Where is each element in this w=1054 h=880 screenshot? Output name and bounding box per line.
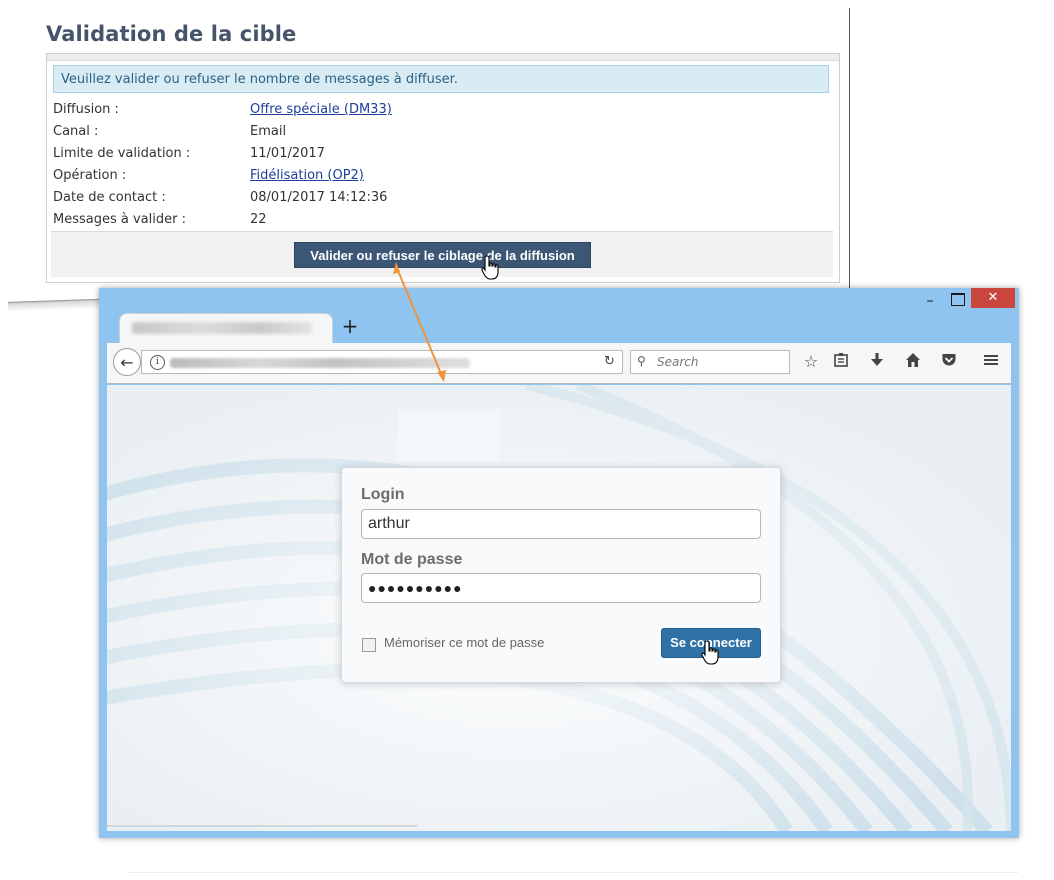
maximize-icon[interactable] xyxy=(951,293,965,306)
browser-toolbar: ← i ↻ ⚲ Search ☆ xyxy=(107,343,1011,384)
close-icon[interactable]: ✕ xyxy=(971,288,1015,308)
reload-icon[interactable]: ↻ xyxy=(604,354,615,369)
field-value: 08/01/2017 14:12:36 xyxy=(250,190,388,205)
operation-link[interactable]: Fidélisation (OP2) xyxy=(250,168,364,183)
menu-icon[interactable] xyxy=(981,352,1001,372)
browser-tab[interactable] xyxy=(119,313,333,344)
new-tab-button[interactable]: + xyxy=(340,316,360,336)
minimize-icon[interactable]: – xyxy=(922,294,938,310)
bottom-divider xyxy=(107,825,417,827)
password-label: Mot de passe xyxy=(361,551,463,568)
field-label: Diffusion : xyxy=(53,102,119,117)
home-icon[interactable] xyxy=(903,352,923,372)
tab-title-blurred xyxy=(132,322,312,334)
footer-divider xyxy=(128,872,1018,873)
validation-page: Validation de la cible Veuillez valider … xyxy=(0,0,850,300)
url-text-blurred xyxy=(170,358,470,368)
search-icon: ⚲ xyxy=(637,354,646,368)
browser-window: – ✕ + ← i ↻ ⚲ Search ☆ Login arthur Mot … xyxy=(99,288,1019,838)
panel-border xyxy=(849,8,850,288)
info-box-header-strip xyxy=(47,54,839,61)
remember-password-checkbox[interactable] xyxy=(362,638,376,652)
info-banner: Veuillez valider ou refuser le nombre de… xyxy=(53,65,829,93)
diffusion-link[interactable]: Offre spéciale (DM33) xyxy=(250,102,392,117)
search-placeholder: Search xyxy=(657,355,699,369)
login-label: Login xyxy=(361,486,405,503)
field-label: Opération : xyxy=(53,168,127,183)
page-title: Validation de la cible xyxy=(46,22,297,46)
back-arrow-icon[interactable]: ← xyxy=(113,348,141,376)
hand-cursor-icon xyxy=(701,640,719,665)
field-value: 11/01/2017 xyxy=(250,146,325,161)
page-content: Login arthur Mot de passe ●●●●●●●●●● Mém… xyxy=(107,385,1011,831)
star-icon[interactable]: ☆ xyxy=(801,352,821,372)
url-bar[interactable]: i ↻ xyxy=(141,350,623,374)
remember-password-label[interactable]: Mémoriser ce mot de passe xyxy=(384,635,544,650)
field-label: Date de contact : xyxy=(53,190,166,205)
pocket-icon[interactable] xyxy=(939,352,959,372)
login-input[interactable]: arthur xyxy=(361,509,761,539)
action-bar: Valider ou refuser le ciblage de la diff… xyxy=(51,231,833,277)
password-value: ●●●●●●●●●● xyxy=(368,580,463,596)
hand-cursor-icon xyxy=(481,255,499,280)
download-icon[interactable] xyxy=(867,352,887,372)
validate-targeting-button[interactable]: Valider ou refuser le ciblage de la diff… xyxy=(294,242,591,268)
search-input[interactable]: ⚲ Search xyxy=(630,350,790,374)
reader-icon[interactable] xyxy=(831,352,851,372)
field-value: Email xyxy=(250,124,287,139)
field-label: Canal : xyxy=(53,124,99,139)
password-input[interactable]: ●●●●●●●●●● xyxy=(361,573,761,603)
logo-placeholder xyxy=(397,409,500,461)
field-label: Messages à valider : xyxy=(53,212,186,227)
field-label: Limite de validation : xyxy=(53,146,191,161)
info-icon[interactable]: i xyxy=(150,355,165,370)
field-value: 22 xyxy=(250,212,267,227)
validation-info-box: Veuillez valider ou refuser le nombre de… xyxy=(46,53,840,283)
